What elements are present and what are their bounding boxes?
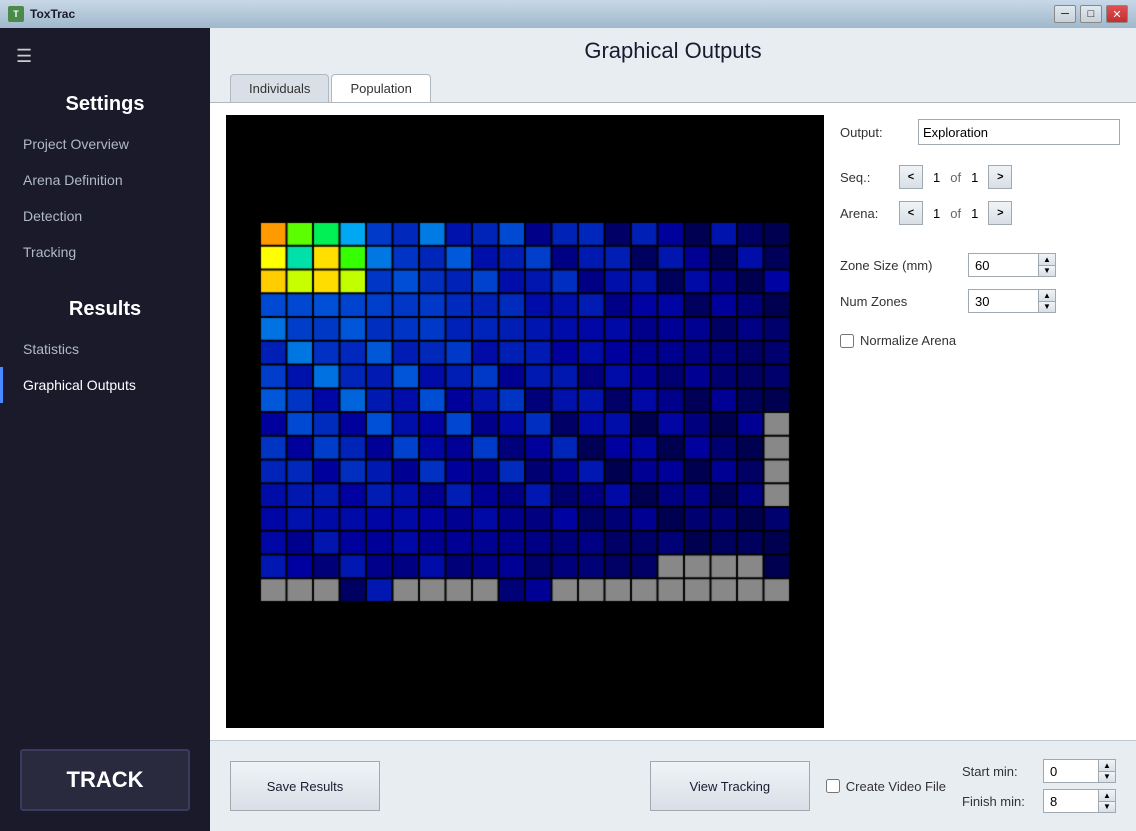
seq-current: 1 [927,170,946,185]
arena-of: of [950,206,961,221]
minimize-button[interactable]: ─ [1054,5,1076,23]
app-title: ToxTrac [30,7,75,21]
zone-size-spinbox: ▲ ▼ [968,253,1056,277]
finish-min-arrows: ▲ ▼ [1098,789,1116,813]
tab-individuals[interactable]: Individuals [230,74,329,102]
maximize-button[interactable]: □ [1080,5,1102,23]
track-button[interactable]: TRACK [20,749,190,811]
zone-size-label: Zone Size (mm) [840,258,960,273]
close-button[interactable]: ✕ [1106,5,1128,23]
content-area: Output: Exploration Speed Distance Heatm… [210,102,1136,831]
arena-next-button[interactable]: > [988,201,1012,225]
arena-nav-row: Arena: < 1 of 1 > [840,201,1120,225]
heatmap-canvas [240,192,810,652]
num-zones-down-button[interactable]: ▼ [1038,301,1056,313]
output-row: Output: Exploration Speed Distance Heatm… [840,119,1120,145]
normalize-arena-row: Normalize Arena [840,333,1120,348]
title-bar: T ToxTrac ─ □ ✕ [0,0,1136,28]
zone-size-arrows: ▲ ▼ [1038,253,1056,277]
zone-size-up-button[interactable]: ▲ [1038,253,1056,265]
bottom-checkboxes: Create Video File [826,779,946,794]
finish-min-row: Finish min: ▲ ▼ [962,789,1116,813]
normalize-arena-checkbox[interactable] [840,334,854,348]
save-results-button[interactable]: Save Results [230,761,380,811]
create-video-row: Create Video File [826,779,946,794]
tab-population[interactable]: Population [331,74,430,102]
start-min-down-button[interactable]: ▼ [1098,771,1116,783]
normalize-arena-label: Normalize Arena [860,333,956,348]
finish-min-label: Finish min: [962,794,1037,809]
sidebar-item-tracking[interactable]: Tracking [0,234,210,270]
num-zones-spinbox: ▲ ▼ [968,289,1056,313]
results-section-label: Results [0,270,210,331]
seq-label: Seq.: [840,170,895,185]
num-zones-input[interactable] [968,289,1038,313]
app-icon: T [8,6,24,22]
seq-prev-button[interactable]: < [899,165,923,189]
window-controls: ─ □ ✕ [1054,5,1128,23]
content-upper: Output: Exploration Speed Distance Heatm… [210,103,1136,741]
sidebar-item-graphical-outputs[interactable]: Graphical Outputs [0,367,210,403]
seq-of: of [950,170,961,185]
zone-size-input[interactable] [968,253,1038,277]
arena-current: 1 [927,206,946,221]
zone-size-row: Zone Size (mm) ▲ ▼ [840,253,1120,277]
main-content: Graphical Outputs Individuals Population [210,28,1136,831]
hamburger-menu-icon[interactable]: ☰ [0,38,210,75]
output-select[interactable]: Exploration Speed Distance Heatmap [918,119,1120,145]
start-min-input[interactable] [1043,759,1098,783]
arena-total: 1 [965,206,984,221]
num-zones-arrows: ▲ ▼ [1038,289,1056,313]
arena-prev-button[interactable]: < [899,201,923,225]
start-min-spinbox: ▲ ▼ [1043,759,1116,783]
num-zones-up-button[interactable]: ▲ [1038,289,1056,301]
create-video-checkbox[interactable] [826,779,840,793]
tab-bar: Individuals Population [210,74,1136,102]
content-lower: Save Results View Tracking Create Video … [210,741,1136,831]
start-min-row: Start min: ▲ ▼ [962,759,1116,783]
num-zones-row: Num Zones ▲ ▼ [840,289,1120,313]
create-video-label: Create Video File [846,779,946,794]
start-min-arrows: ▲ ▼ [1098,759,1116,783]
view-tracking-button[interactable]: View Tracking [650,761,810,811]
settings-section-label: Settings [0,75,210,126]
finish-min-spinbox: ▲ ▼ [1043,789,1116,813]
start-min-label: Start min: [962,764,1037,779]
sidebar-item-detection[interactable]: Detection [0,198,210,234]
seq-nav-row: Seq.: < 1 of 1 > [840,165,1120,189]
sidebar: ☰ Settings Project Overview Arena Defini… [0,28,210,831]
finish-min-down-button[interactable]: ▼ [1098,801,1116,813]
zone-size-down-button[interactable]: ▼ [1038,265,1056,277]
right-panel: Output: Exploration Speed Distance Heatm… [840,115,1120,728]
seq-total: 1 [965,170,984,185]
page-header: Graphical Outputs [210,28,1136,74]
arena-label: Arena: [840,206,895,221]
output-label: Output: [840,125,910,140]
sidebar-item-project-overview[interactable]: Project Overview [0,126,210,162]
sidebar-item-arena-definition[interactable]: Arena Definition [0,162,210,198]
output-select-wrapper: Exploration Speed Distance Heatmap [918,119,1120,145]
finish-min-input[interactable] [1043,789,1098,813]
num-zones-label: Num Zones [840,294,960,309]
time-fields: Start min: ▲ ▼ Finish min: [962,759,1116,813]
seq-next-button[interactable]: > [988,165,1012,189]
heatmap-container [226,115,824,728]
finish-min-up-button[interactable]: ▲ [1098,789,1116,801]
page-title: Graphical Outputs [584,38,761,64]
start-min-up-button[interactable]: ▲ [1098,759,1116,771]
sidebar-item-statistics[interactable]: Statistics [0,331,210,367]
